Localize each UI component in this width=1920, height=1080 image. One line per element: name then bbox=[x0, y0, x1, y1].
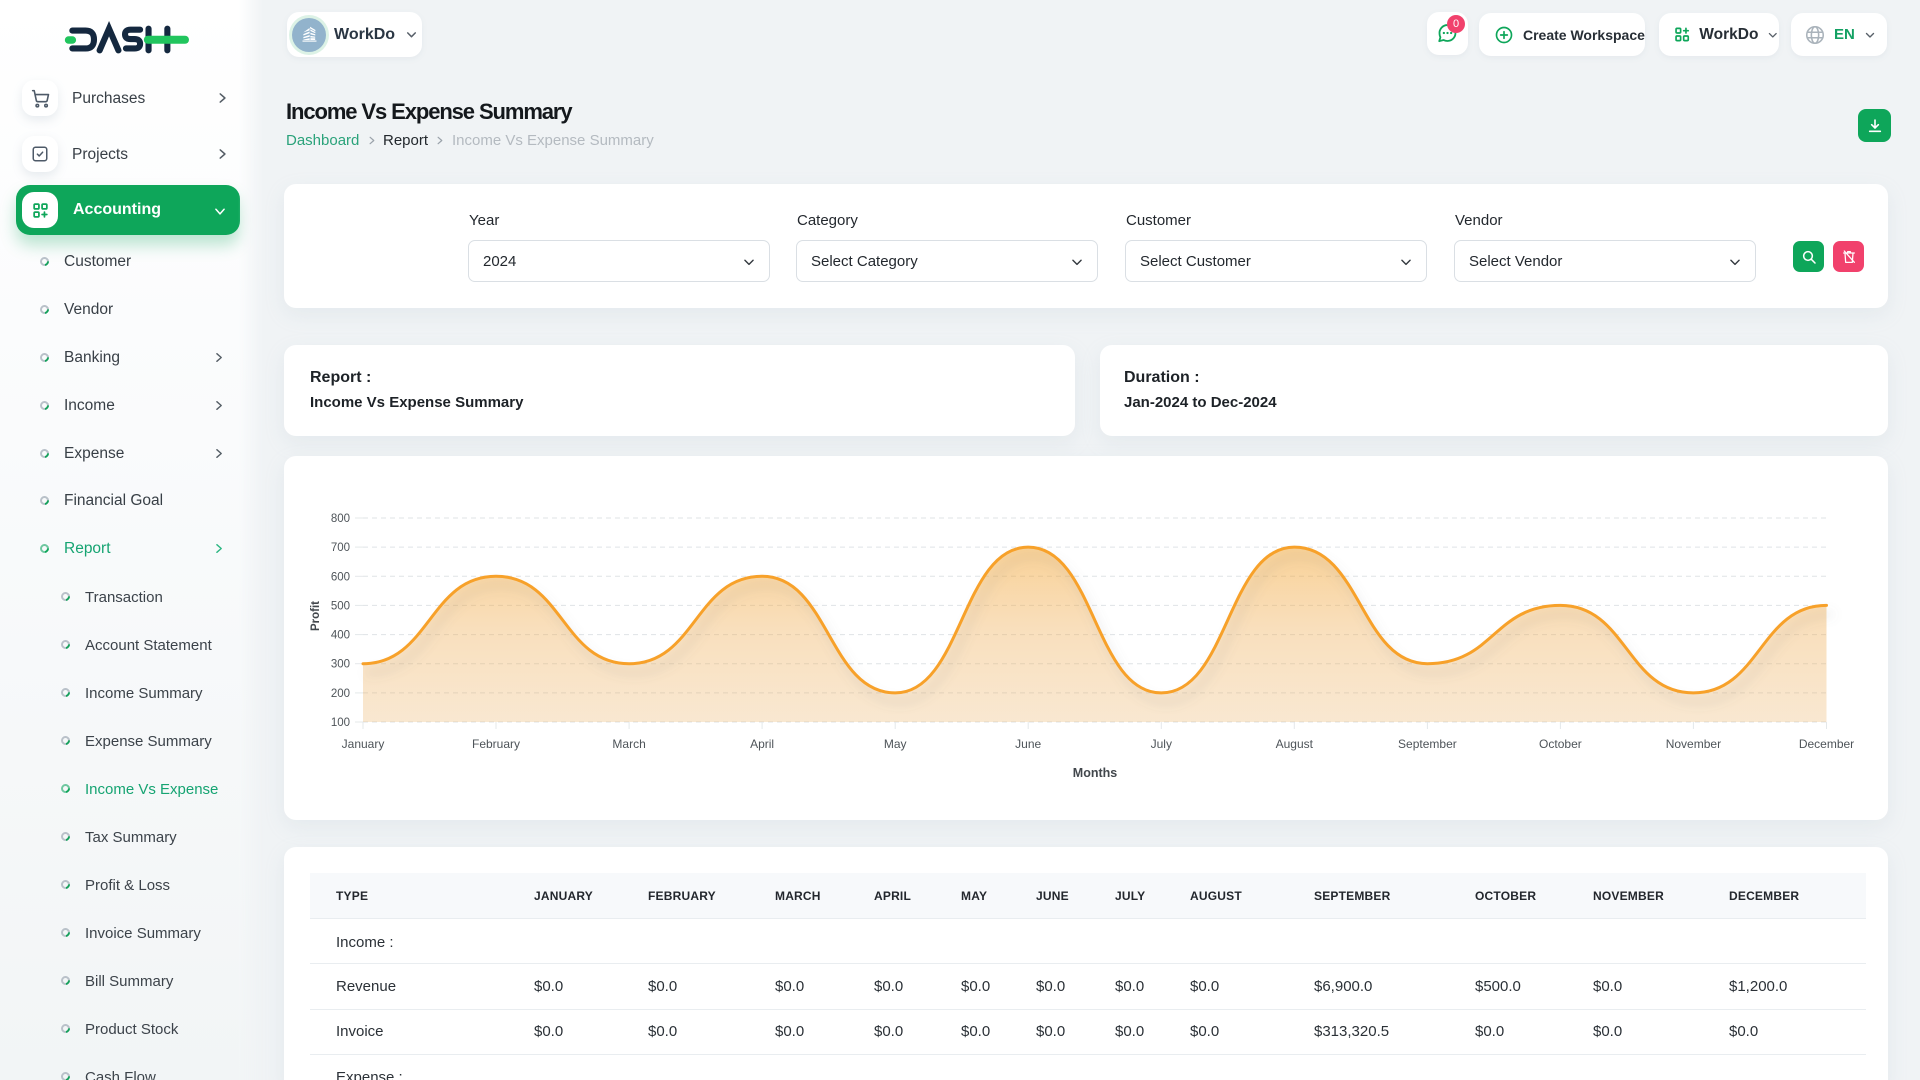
svg-text:300: 300 bbox=[331, 659, 350, 671]
svg-text:September: September bbox=[1398, 737, 1457, 751]
svg-text:200: 200 bbox=[331, 688, 350, 700]
svg-text:February: February bbox=[472, 737, 520, 751]
svg-text:November: November bbox=[1666, 737, 1721, 751]
svg-text:July: July bbox=[1151, 737, 1172, 751]
svg-text:Profit: Profit bbox=[310, 601, 322, 631]
svg-text:January: January bbox=[342, 737, 385, 751]
svg-text:700: 700 bbox=[331, 542, 350, 554]
svg-text:August: August bbox=[1276, 737, 1314, 751]
svg-text:400: 400 bbox=[331, 630, 350, 642]
svg-text:March: March bbox=[612, 737, 645, 751]
svg-text:Months: Months bbox=[1073, 766, 1117, 780]
svg-text:100: 100 bbox=[331, 717, 350, 729]
svg-text:April: April bbox=[750, 737, 774, 751]
svg-text:May: May bbox=[884, 737, 907, 751]
svg-text:800: 800 bbox=[331, 513, 350, 525]
svg-text:December: December bbox=[1799, 737, 1854, 751]
svg-text:500: 500 bbox=[331, 600, 350, 612]
svg-text:June: June bbox=[1015, 737, 1041, 751]
svg-text:October: October bbox=[1539, 737, 1582, 751]
svg-text:600: 600 bbox=[331, 571, 350, 583]
